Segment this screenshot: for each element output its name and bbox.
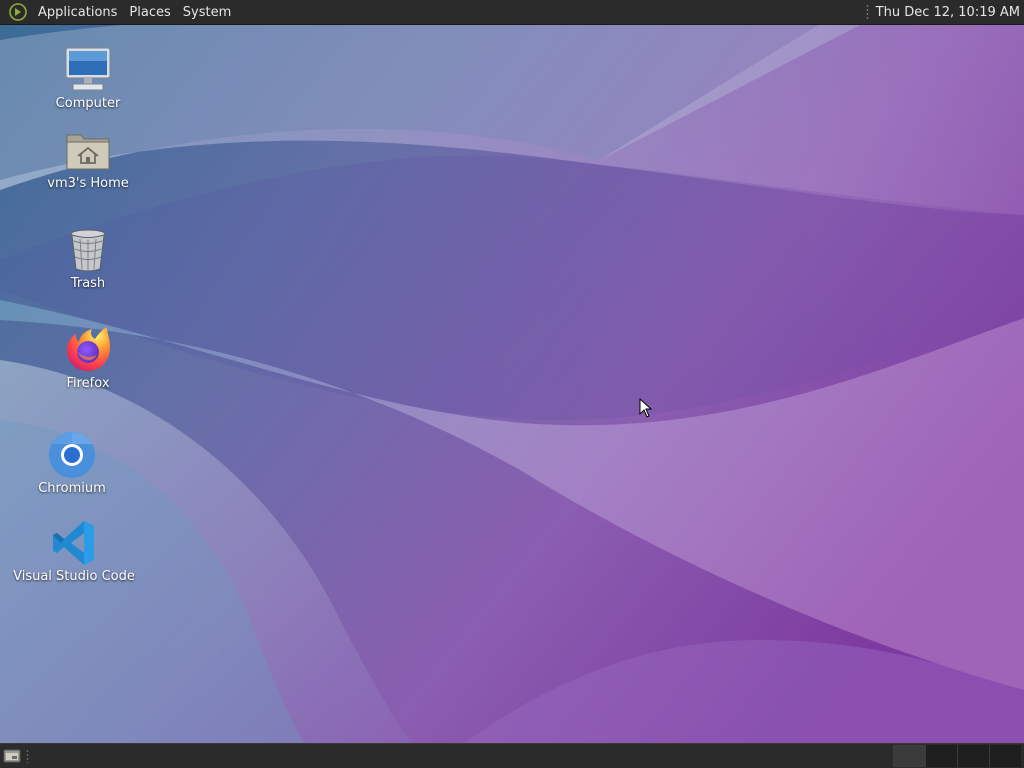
menu-applications[interactable]: Applications (32, 0, 123, 25)
chromium-icon (47, 430, 97, 480)
workspace-switcher[interactable] (893, 745, 1021, 767)
home-folder-icon (63, 125, 113, 175)
trash-icon (63, 225, 113, 275)
desktop-icon-home[interactable]: vm3's Home (23, 125, 153, 191)
workspace-4[interactable] (989, 745, 1021, 767)
bottom-panel (0, 743, 1024, 768)
desktop-icon-firefox[interactable]: Firefox (23, 325, 153, 391)
workspace-3[interactable] (957, 745, 989, 767)
menu-system[interactable]: System (177, 0, 237, 25)
workspace-1[interactable] (893, 745, 925, 767)
desktop-icon-label: vm3's Home (47, 176, 129, 191)
desktop-icon-computer[interactable]: Computer (23, 45, 153, 111)
top-panel: Applications Places System Thu Dec 12, 1… (0, 0, 1024, 25)
desktop-icon-trash[interactable]: Trash (23, 225, 153, 291)
workspace-2[interactable] (925, 745, 957, 767)
desktop-icon-label: Trash (70, 276, 106, 291)
mate-logo-icon[interactable] (8, 2, 28, 22)
computer-icon (63, 45, 113, 95)
panel-handle[interactable] (865, 4, 869, 20)
firefox-icon (63, 325, 113, 375)
show-desktop-icon[interactable] (3, 748, 21, 764)
desktop-icon-label: Firefox (66, 376, 110, 391)
menu-places[interactable]: Places (123, 0, 176, 25)
desktop-wallpaper (0, 0, 1024, 768)
desktop-icon-label: Chromium (38, 481, 106, 496)
desktop-icon-label: Visual Studio Code (13, 569, 135, 584)
desktop-screen: Applications Places System Thu Dec 12, 1… (0, 0, 1024, 768)
desktop-icon-vscode[interactable]: Visual Studio Code (9, 518, 139, 584)
vscode-icon (49, 518, 99, 568)
clock[interactable]: Thu Dec 12, 10:19 AM (876, 0, 1024, 25)
panel-handle[interactable] (26, 749, 29, 763)
top-panel-right: Thu Dec 12, 10:19 AM (865, 0, 1024, 25)
desktop-icon-chromium[interactable]: Chromium (7, 430, 137, 496)
mouse-cursor-icon (639, 398, 653, 418)
desktop-icon-label: Computer (55, 96, 121, 111)
